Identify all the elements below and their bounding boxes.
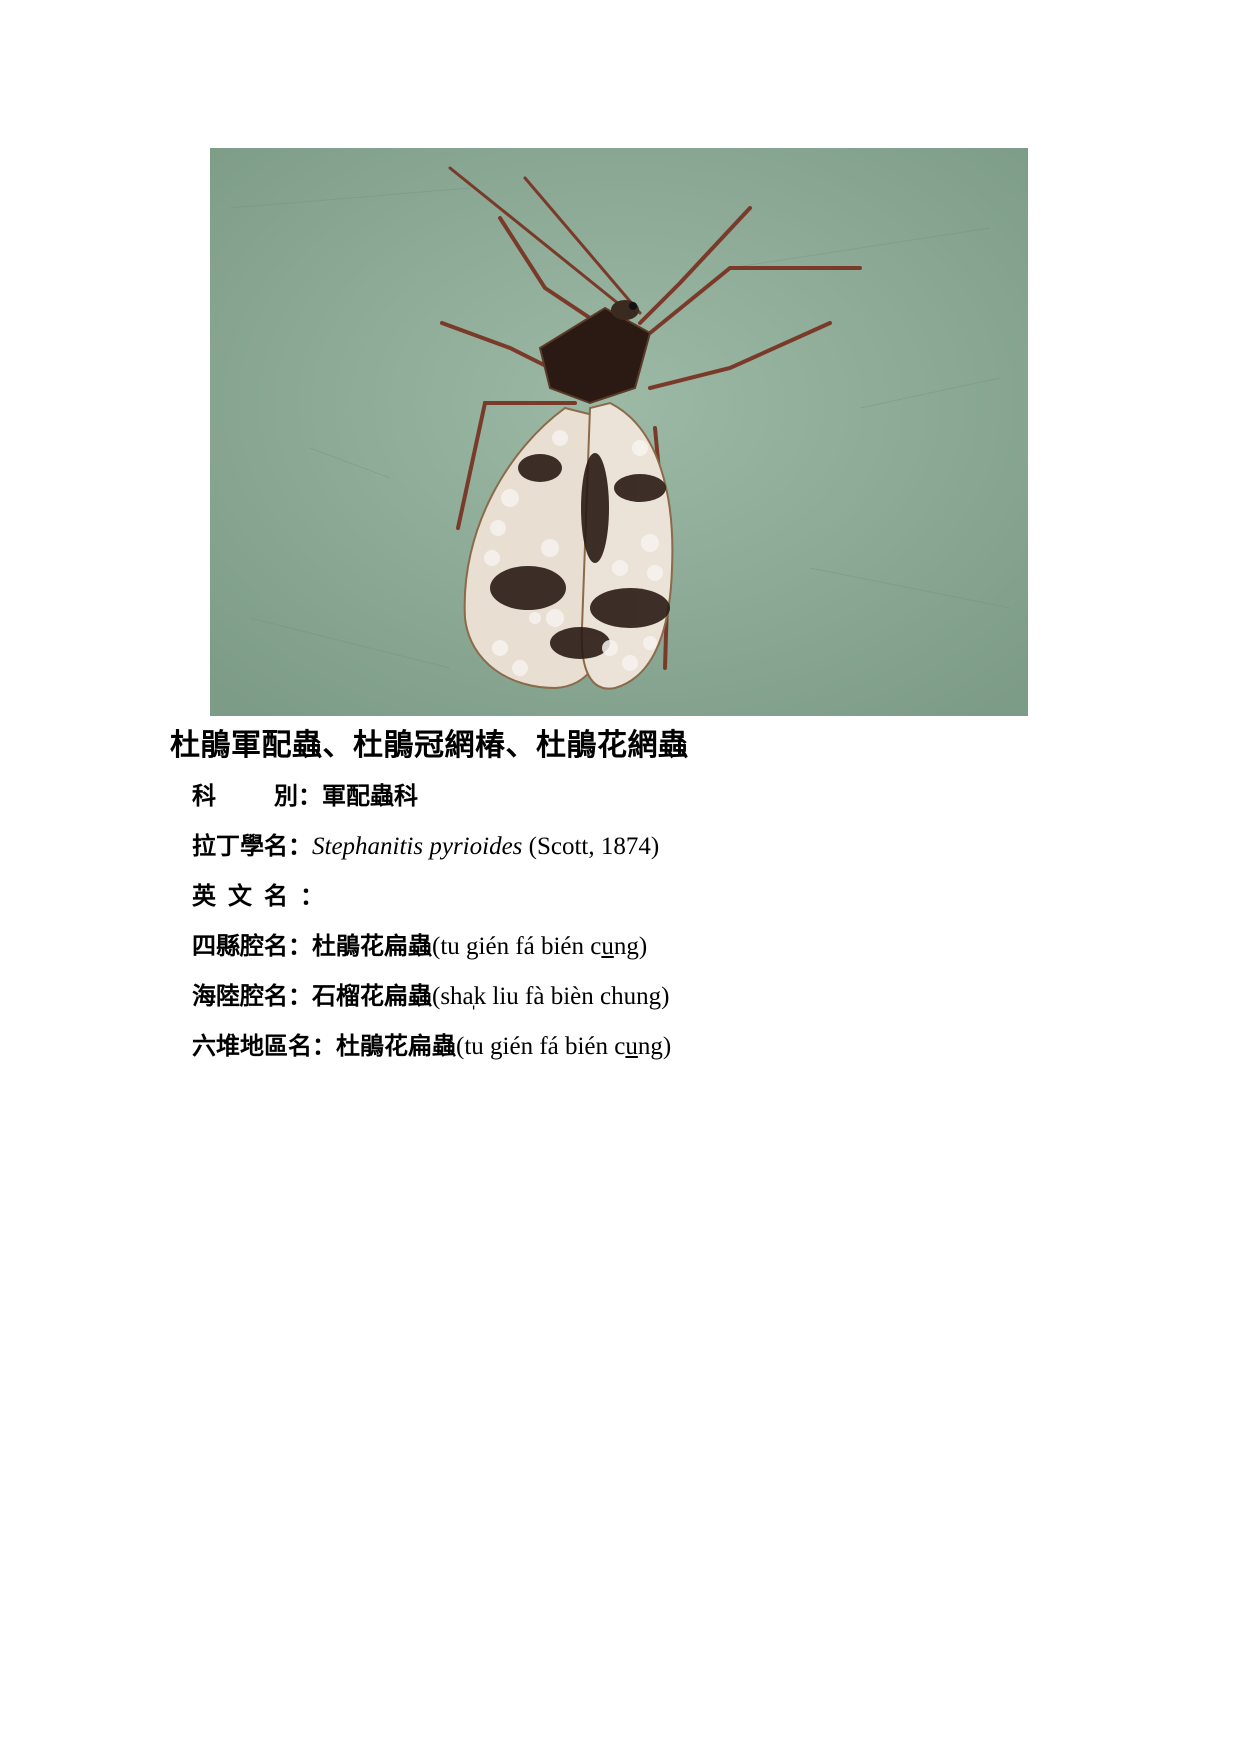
- field-latin-binomial: Stephanitis pyrioides: [312, 833, 523, 860]
- field-sixian-label: 四縣腔名: [192, 932, 288, 960]
- field-liudui-rom-part: (tu gién fá bién c: [456, 1033, 626, 1060]
- field-sixian-romanization: (tu gién fá bién cung): [432, 927, 647, 967]
- field-latin-label: 拉丁學名: [192, 832, 288, 860]
- field-english-colon: ：: [300, 882, 324, 910]
- field-family-label-b: 別: [274, 782, 298, 810]
- field-liudui-rom-end: ng): [637, 1033, 672, 1060]
- field-sixian-rom-end: ng): [613, 933, 648, 960]
- field-family-colon: ：: [298, 782, 322, 810]
- field-sixian-hanzi: 杜鵑花扁蟲: [312, 932, 432, 960]
- field-english-label: 英文名: [192, 882, 300, 910]
- field-liudui-colon: ：: [312, 1032, 336, 1060]
- field-liudui-label: 六堆地區名: [192, 1032, 312, 1060]
- document-page: 杜鵑軍配蟲、杜鵑冠網椿、杜鵑花網蟲 科 別 ： 軍配蟲科 拉丁學名 ： Step…: [0, 0, 1241, 1755]
- field-liudui-rom-underlined: u: [625, 1033, 638, 1060]
- field-sixian-rom-underlined: u: [601, 933, 614, 960]
- field-family-value: 軍配蟲科: [322, 782, 418, 810]
- field-family-label-a: 科: [192, 782, 216, 810]
- field-hailu: 海陸腔名 ： 石榴花扁蟲 (sha̩k liu fà bièn chung): [192, 976, 669, 1016]
- field-latin-colon: ：: [288, 832, 312, 860]
- field-liudui-hanzi: 杜鵑花扁蟲: [336, 1032, 456, 1060]
- field-hailu-label: 海陸腔名: [192, 982, 288, 1010]
- field-family: 科 別 ： 軍配蟲科: [192, 776, 418, 816]
- field-hailu-hanzi: 石榴花扁蟲: [312, 982, 432, 1010]
- field-sixian-rom-part: (tu gién fá bién c: [432, 933, 602, 960]
- species-common-names-title: 杜鵑軍配蟲、杜鵑冠網椿、杜鵑花網蟲: [170, 728, 689, 763]
- field-liudui-romanization: (tu gién fá bién cung): [456, 1027, 671, 1067]
- field-latin: 拉丁學名 ： Stephanitis pyrioides (Scott, 187…: [192, 826, 659, 866]
- field-sixian-colon: ：: [288, 932, 312, 960]
- field-english: 英文名 ：: [192, 876, 324, 916]
- insect-photo: [210, 148, 1028, 716]
- field-liudui: 六堆地區名 ： 杜鵑花扁蟲 (tu gién fá bién cung): [192, 1026, 671, 1066]
- field-hailu-romanization: (sha̩k liu fà bièn chung): [432, 983, 670, 1010]
- lace-bug-illustration: [210, 148, 1028, 716]
- field-hailu-colon: ：: [288, 982, 312, 1010]
- eye: [629, 302, 637, 310]
- field-sixian: 四縣腔名 ： 杜鵑花扁蟲 (tu gién fá bién cung): [192, 926, 647, 966]
- field-latin-author: (Scott, 1874): [522, 833, 660, 860]
